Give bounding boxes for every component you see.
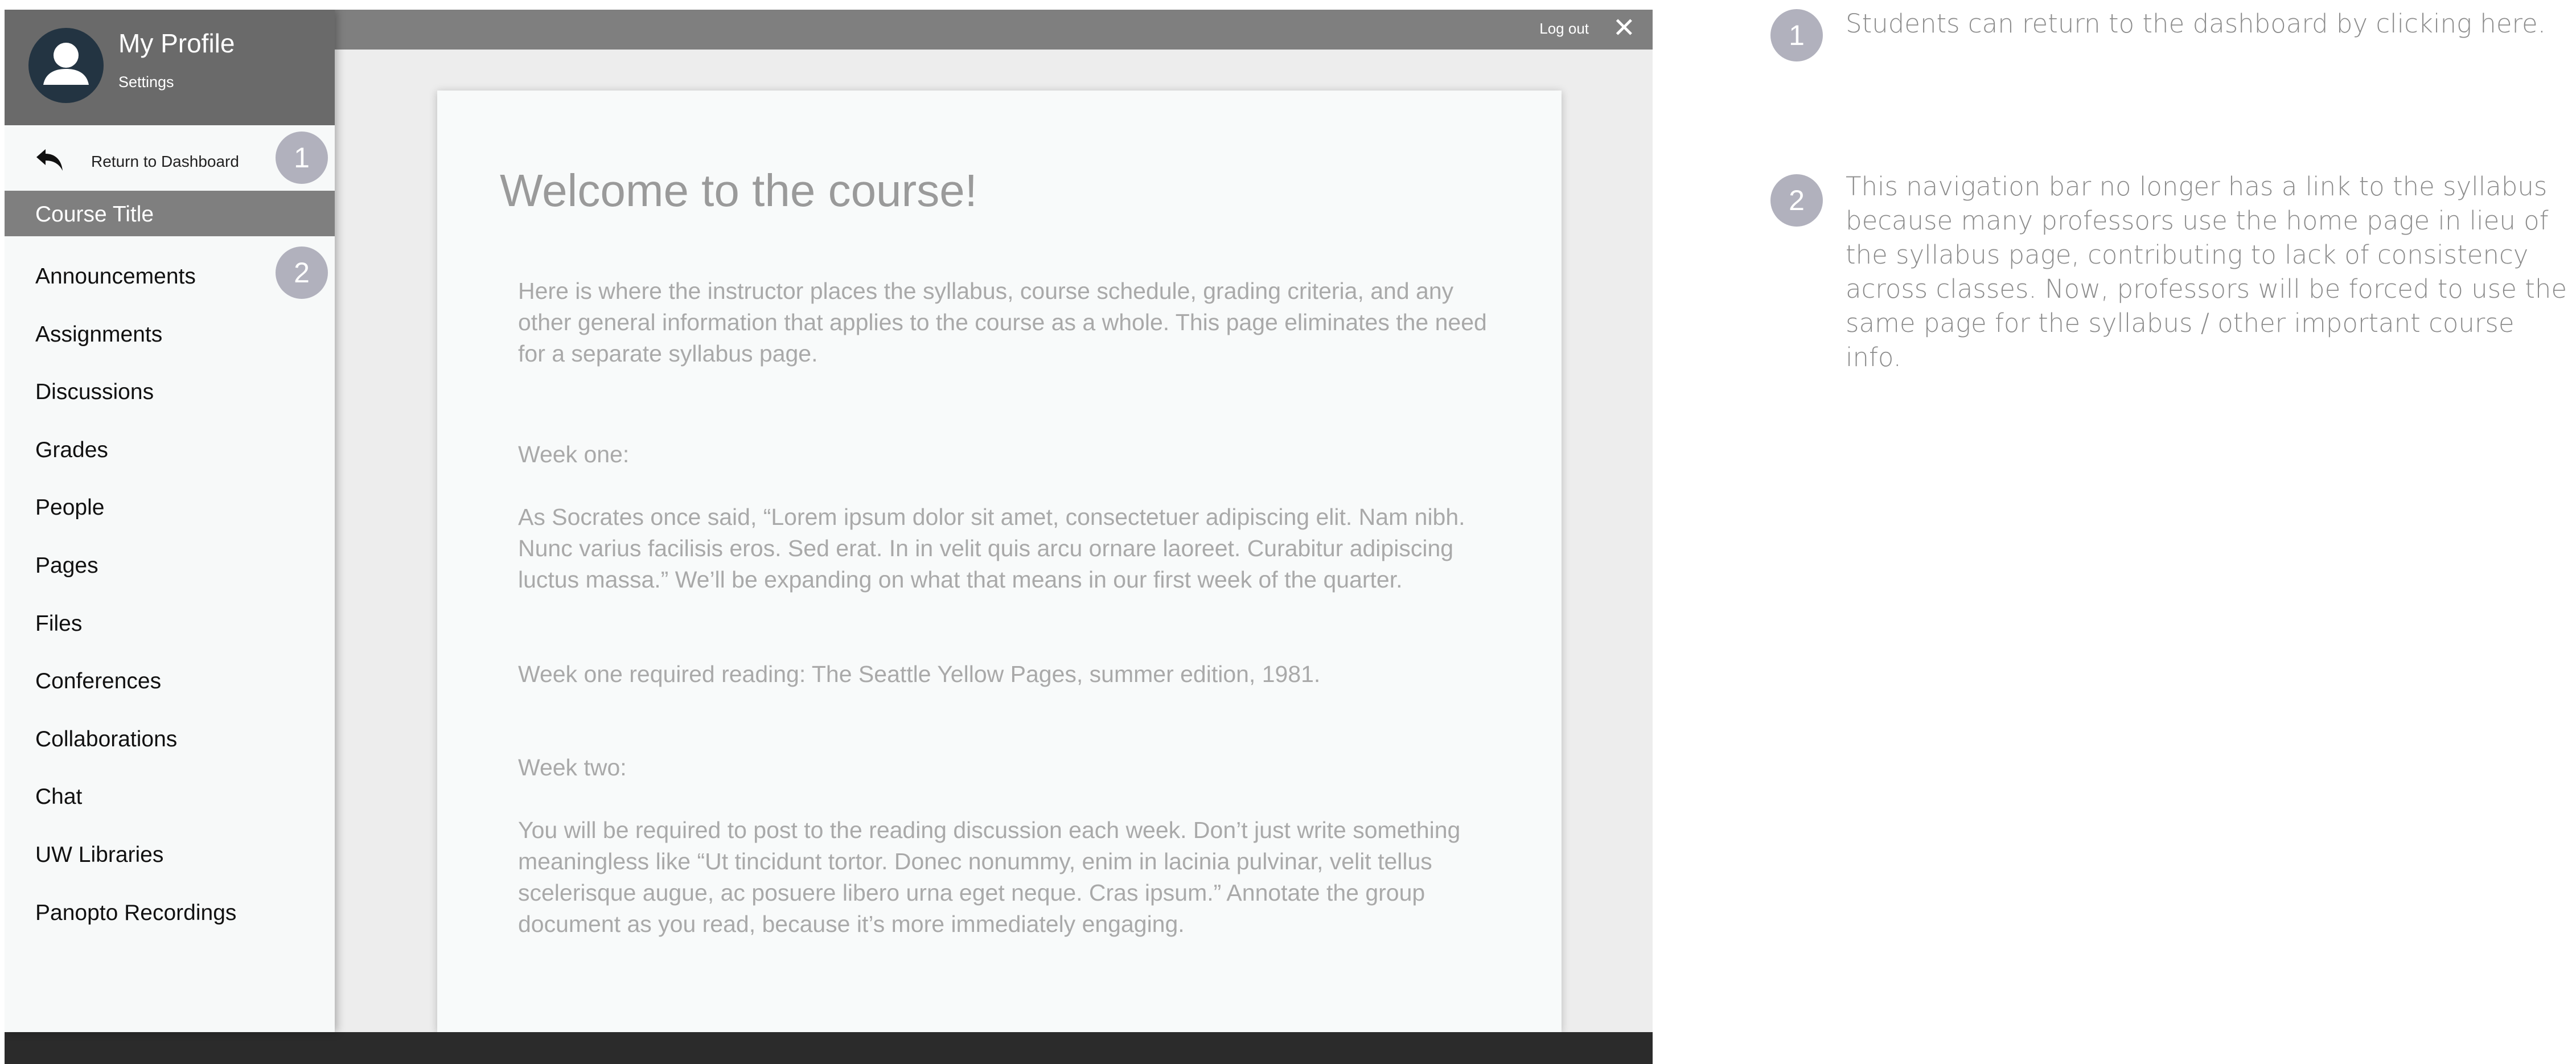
week-one-heading: Week one: — [518, 441, 630, 467]
nav-item-people[interactable]: People — [35, 494, 236, 552]
user-avatar-icon — [28, 28, 104, 103]
close-icon[interactable]: ✕ — [1613, 14, 1636, 42]
nav-item-assignments[interactable]: Assignments — [35, 321, 236, 379]
course-title: Course Title — [35, 202, 154, 227]
page-title: Welcome to the course! — [500, 165, 977, 216]
nav-item-pages[interactable]: Pages — [35, 552, 236, 610]
intro-text: Here is where the instructor places the … — [518, 278, 1487, 367]
profile-name[interactable]: My Profile — [118, 28, 235, 59]
annotation-note-1: Students can return to the dashboard by … — [1846, 9, 2546, 39]
nav-item-chat[interactable]: Chat — [35, 783, 236, 841]
week-one-reading: Week one required reading: The Seattle Y… — [518, 661, 1321, 687]
annotation-note-marker-2: 2 — [1770, 174, 1823, 227]
week-one-text: As Socrates once said, “Lorem ipsum dolo… — [518, 504, 1465, 593]
course-home-page: Welcome to the course! Here is where the… — [437, 91, 1562, 1032]
nav-item-files[interactable]: Files — [35, 610, 236, 668]
annotation-marker-2: 2 — [276, 247, 328, 299]
return-to-dashboard-label: Return to Dashboard — [91, 153, 239, 170]
annotation-note-marker-1: 1 — [1770, 9, 1823, 61]
nav-item-grades[interactable]: Grades — [35, 436, 236, 494]
nav-item-conferences[interactable]: Conferences — [35, 667, 236, 725]
profile-settings-link[interactable]: Settings — [118, 73, 174, 91]
annotation-marker-1: 1 — [276, 132, 328, 184]
week-two-heading: Week two: — [518, 754, 627, 780]
bottom-bar — [5, 1032, 1653, 1064]
app-mockup: Log out ✕ Welcome to the course! Here is… — [5, 10, 1653, 1064]
nav-item-panopto-recordings[interactable]: Panopto Recordings — [35, 899, 236, 957]
reply-arrow-icon — [36, 149, 63, 171]
nav-item-collaborations[interactable]: Collaborations — [35, 725, 236, 783]
nav-item-announcements[interactable]: Announcements — [35, 262, 236, 321]
logout-link[interactable]: Log out — [1539, 20, 1589, 38]
course-nav: Announcements Assignments Discussions Gr… — [35, 262, 236, 956]
week-two-text: You will be required to post to the read… — [518, 817, 1461, 937]
nav-item-discussions[interactable]: Discussions — [35, 378, 236, 436]
nav-item-uw-libraries[interactable]: UW Libraries — [35, 841, 236, 899]
profile-header[interactable]: My Profile Settings — [5, 10, 335, 125]
annotation-note-2: This navigation bar no longer has a link… — [1846, 171, 2567, 372]
course-title-bar[interactable]: Course Title — [5, 191, 335, 236]
